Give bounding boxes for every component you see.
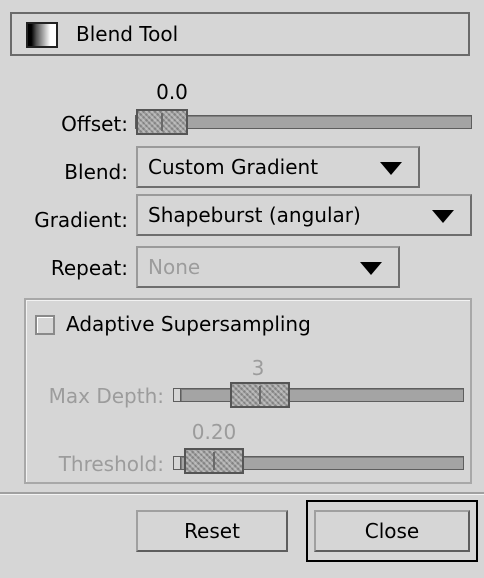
gradient-selected-value: Shapeburst (angular) xyxy=(148,203,361,227)
max-depth-slider-thumb[interactable] xyxy=(230,382,290,408)
adaptive-supersampling-checkbox[interactable] xyxy=(35,315,55,335)
adaptive-supersampling-label[interactable]: Adaptive Supersampling xyxy=(66,312,311,336)
max-depth-slider[interactable] xyxy=(180,388,464,402)
gradient-label: Gradient: xyxy=(34,208,128,232)
reset-button[interactable]: Reset xyxy=(136,510,288,552)
repeat-label: Repeat: xyxy=(50,256,128,280)
blend-tool-dialog: Blend Tool 0.0 Offset: Blend: Custom Gra… xyxy=(0,0,484,578)
dropdown-arrow-icon xyxy=(432,210,454,223)
repeat-dropdown[interactable]: None xyxy=(136,246,400,288)
dropdown-arrow-icon xyxy=(360,262,382,275)
max-depth-value: 3 xyxy=(251,356,265,380)
dropdown-arrow-icon xyxy=(380,162,402,175)
blend-selected-value: Custom Gradient xyxy=(148,155,319,179)
title-bar: Blend Tool xyxy=(10,12,470,56)
button-area-separator xyxy=(0,492,484,495)
offset-slider-thumb[interactable] xyxy=(136,109,188,135)
repeat-selected-value: None xyxy=(148,255,201,279)
gradient-dropdown[interactable]: Shapeburst (angular) xyxy=(136,194,472,236)
offset-label: Offset: xyxy=(61,112,128,136)
gradient-icon xyxy=(26,22,58,48)
threshold-label: Threshold: xyxy=(58,452,164,476)
max-depth-label: Max Depth: xyxy=(48,384,164,408)
blend-dropdown[interactable]: Custom Gradient xyxy=(136,146,420,188)
window-title: Blend Tool xyxy=(76,22,179,46)
close-button[interactable]: Close xyxy=(314,510,470,552)
offset-value: 0.0 xyxy=(156,80,188,104)
blend-label: Blend: xyxy=(64,160,128,184)
threshold-slider-thumb[interactable] xyxy=(184,448,244,474)
threshold-value: 0.20 xyxy=(191,420,237,444)
